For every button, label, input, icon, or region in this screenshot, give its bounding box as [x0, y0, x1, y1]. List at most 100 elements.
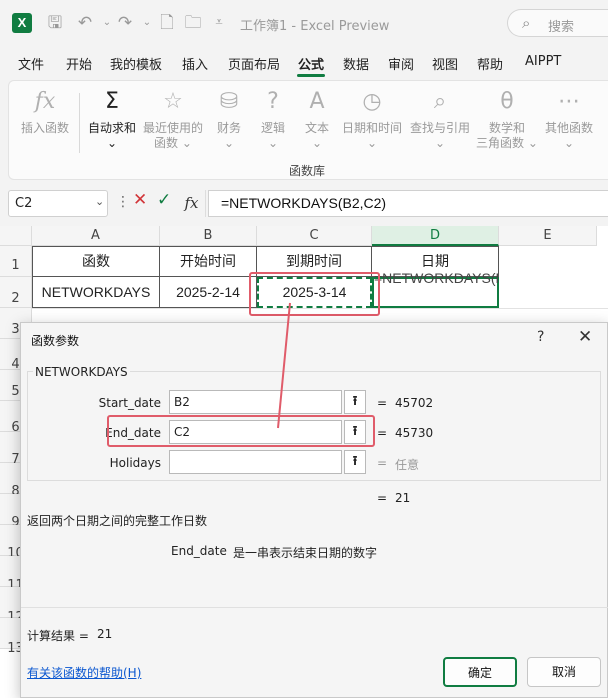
sigma-icon: Σ	[105, 89, 119, 114]
calc-result-value: 21	[97, 627, 113, 641]
help-icon[interactable]: ?	[537, 329, 544, 345]
name-box[interactable]: C2 ⌄	[8, 190, 108, 217]
financial-button[interactable]: ⛁ 财务 ⌄	[209, 87, 249, 151]
more-options-icon[interactable]: ⋮	[116, 194, 130, 210]
cell-d2-formula-text: =NETWORKDAYS(B2,C2)	[374, 270, 498, 286]
arg-label-holidays: Holidays	[109, 456, 161, 470]
cell-b2[interactable]: 2025-2-14	[160, 277, 257, 308]
insert-function-button[interactable]: fx 插入函数	[15, 87, 75, 136]
title-bar: X 🖫 ↶ ⌄ ↷ ⌄ 🗋 🗀 ⩡ 工作簿1 - Excel Preview ⌕…	[0, 0, 608, 46]
fx-icon: fx	[34, 89, 56, 114]
holidays-input[interactable]	[169, 450, 342, 474]
formula-result-equals: =	[377, 491, 388, 505]
lookup-button[interactable]: ⌕ 查找与引用 ⌄	[409, 87, 471, 151]
formula-input[interactable]: =NETWORKDAYS(B2,C2)	[208, 190, 608, 217]
app-title: 工作簿1 - Excel Preview	[240, 19, 390, 34]
menu-insert[interactable]: 插入	[182, 54, 208, 73]
insert-function-icon[interactable]: fx	[178, 190, 206, 217]
function-name: NETWORKDAYS	[33, 365, 130, 379]
menu-review[interactable]: 审阅	[388, 54, 414, 73]
search-label: 搜索	[548, 20, 575, 35]
formula-result: 21	[395, 491, 411, 505]
arg-label-start-date: Start_date	[98, 396, 161, 410]
ok-button[interactable]: 确定	[443, 657, 517, 687]
magnifier-icon: ⌕	[433, 89, 447, 114]
holidays-result: 任意	[395, 458, 420, 472]
customize-toolbar-icon[interactable]: ⩡	[208, 12, 230, 34]
menu-data[interactable]: 数据	[343, 54, 369, 73]
function-description: 返回两个日期之间的完整工作日数	[27, 514, 208, 528]
text-button[interactable]: A 文本 ⌄	[297, 87, 337, 151]
ellipsis-icon: ⋯	[558, 89, 580, 114]
menu-bar: 文件 开始 我的模板 插入 页面布局 公式 数据 审阅 视图 帮助 AIPPT	[0, 50, 608, 76]
text-a-icon: A	[309, 89, 325, 114]
logical-button[interactable]: ? 逻辑 ⌄	[253, 87, 293, 151]
menu-file[interactable]: 文件	[18, 54, 44, 73]
chevron-down-icon: ⌄	[95, 195, 105, 208]
end-date-result: 45730	[395, 426, 434, 440]
arg-equals: =	[377, 396, 388, 410]
clock-icon: ◷	[362, 89, 382, 114]
active-tab-indicator	[297, 74, 325, 77]
new-file-icon[interactable]: 🗋	[156, 12, 178, 34]
menu-page-layout[interactable]: 页面布局	[228, 54, 280, 73]
search-icon: ⌕	[522, 14, 531, 32]
menu-templates[interactable]: 我的模板	[110, 54, 162, 73]
menu-formulas[interactable]: 公式	[298, 54, 324, 73]
menu-view[interactable]: 视图	[432, 54, 458, 73]
undo-icon[interactable]: ↶	[74, 12, 96, 34]
arg-equals: =	[377, 456, 388, 470]
function-help-link[interactable]: 有关该函数的帮助(H)	[27, 664, 141, 681]
menu-help[interactable]: 帮助	[477, 54, 503, 73]
collapse-dialog-icon[interactable]: ⭱	[344, 390, 366, 414]
arg-help-text: 是一串表示结束日期的数字	[233, 546, 378, 560]
search-box[interactable]: ⌕ 搜索	[507, 9, 608, 37]
column-header-c[interactable]: C	[257, 226, 372, 246]
calc-result-label: 计算结果 =	[27, 629, 89, 643]
coins-icon: ⛁	[219, 89, 239, 114]
autosum-button[interactable]: Σ 自动求和 ⌄	[83, 87, 141, 151]
cancel-button[interactable]: 取消	[527, 657, 601, 687]
ribbon-group-label: 函数库	[289, 164, 326, 178]
redo-icon[interactable]: ↷	[114, 12, 136, 34]
arg-help-name: End_date	[171, 544, 227, 558]
arg-equals: =	[377, 426, 388, 440]
open-folder-icon[interactable]: 🗀	[182, 12, 204, 34]
datetime-button[interactable]: ◷ 日期和时间 ⌄	[339, 87, 405, 151]
excel-logo-icon: X	[12, 13, 32, 33]
question-icon: ?	[267, 89, 279, 114]
column-header-a[interactable]: A	[32, 226, 160, 246]
start-date-input[interactable]: B2	[169, 390, 342, 414]
dialog-divider	[21, 607, 608, 608]
collapse-dialog-icon[interactable]: ⭱	[344, 450, 366, 474]
menu-aippt[interactable]: AIPPT	[525, 54, 561, 69]
menu-home[interactable]: 开始	[66, 54, 92, 73]
cell-a2[interactable]: NETWORKDAYS	[32, 277, 160, 308]
theta-icon: θ	[500, 89, 514, 114]
redo-dropdown-icon[interactable]: ⌄	[136, 12, 158, 34]
enter-formula-icon[interactable]: ✓	[157, 190, 171, 210]
row-header-2[interactable]: 2	[0, 277, 32, 308]
recent-functions-button[interactable]: ☆ 最近使用的 函数 ⌄	[141, 87, 205, 151]
dialog-title: 函数参数	[31, 334, 80, 348]
chevron-down-icon: ⌄	[106, 136, 118, 150]
highlight-box-end-date	[107, 415, 375, 447]
column-header-d[interactable]: D	[372, 226, 499, 246]
more-functions-button[interactable]: ⋯ 其他函数 ⌄	[541, 87, 597, 151]
start-date-result: 45702	[395, 396, 434, 410]
highlight-box-c2	[249, 272, 380, 316]
column-header-e[interactable]: E	[499, 226, 597, 246]
save-icon[interactable]: 🖫	[44, 12, 66, 34]
cancel-formula-icon[interactable]: ✕	[133, 190, 147, 210]
cell-b1[interactable]: 开始时间	[160, 246, 257, 277]
column-header-b[interactable]: B	[160, 226, 257, 246]
cell-a1[interactable]: 函数	[32, 246, 160, 277]
ribbon: fx 插入函数 Σ 自动求和 ⌄ ☆ 最近使用的 函数 ⌄ ⛁ 财务 ⌄ ? 逻辑 ⌄ …	[8, 80, 608, 180]
function-arguments-dialog: 函数参数 ? ✕ NETWORKDAYS Start_date B2 ⭱ = 4…	[20, 322, 608, 698]
row-header-1[interactable]: 1	[0, 246, 32, 277]
select-all-corner[interactable]	[0, 226, 32, 246]
close-icon[interactable]: ✕	[578, 327, 592, 347]
star-icon: ☆	[163, 89, 183, 114]
ribbon-separator	[79, 93, 80, 153]
math-trig-button[interactable]: θ 数学和 三角函数 ⌄	[475, 87, 539, 151]
